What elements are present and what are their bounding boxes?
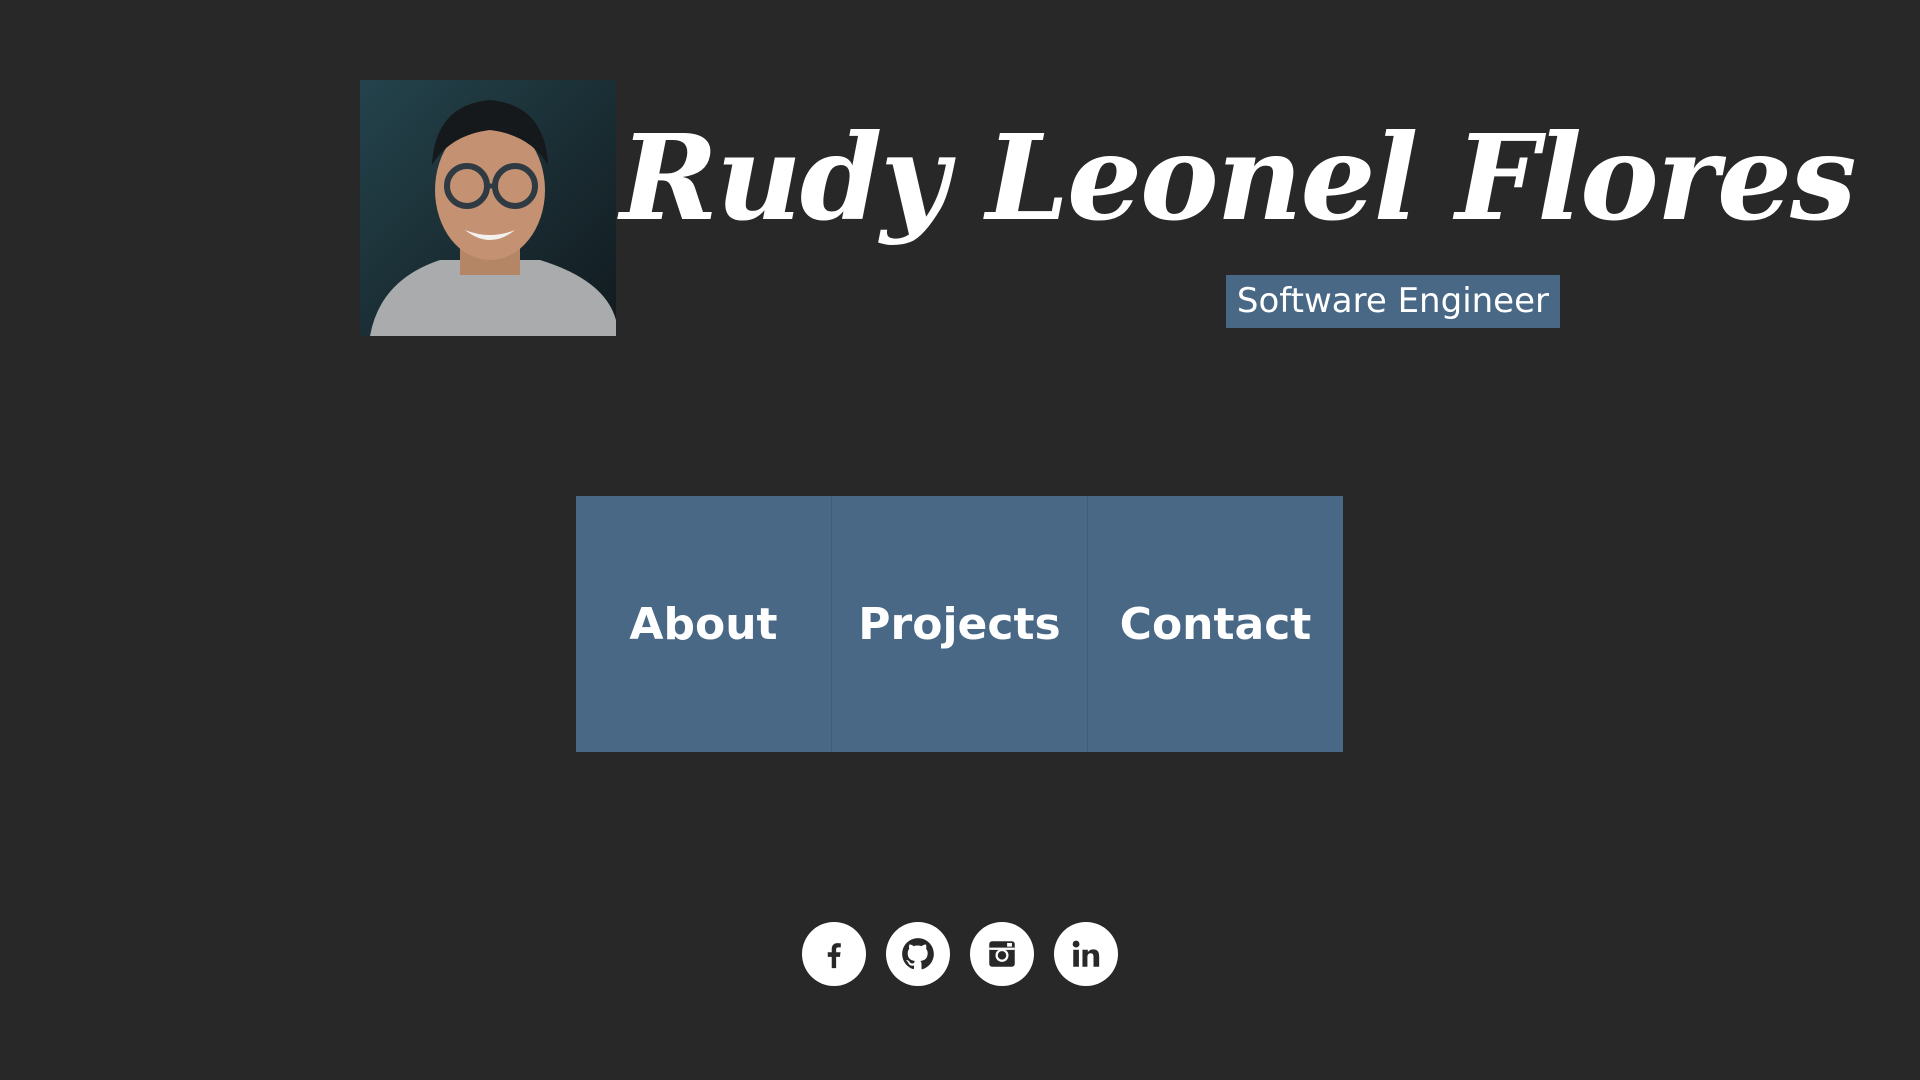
avatar (360, 80, 616, 336)
facebook-icon (827, 943, 841, 969)
instagram-icon (989, 941, 1015, 967)
header: Rudy Leonel Flores Software Engineer (360, 80, 1857, 340)
facebook-link[interactable] (802, 922, 866, 986)
linkedin-link[interactable] (1054, 922, 1118, 986)
nav-tile-about[interactable]: About (576, 496, 831, 752)
github-link[interactable] (886, 922, 950, 986)
social-links (802, 922, 1118, 986)
linkedin-icon (1072, 940, 1100, 967)
nav-tile-projects[interactable]: Projects (832, 496, 1087, 752)
avatar-photo (360, 80, 616, 336)
main-nav: About Projects Contact (576, 496, 1343, 752)
instagram-link[interactable] (970, 922, 1034, 986)
page-title: Rudy Leonel Flores (620, 108, 1857, 247)
nav-tile-contact[interactable]: Contact (1088, 496, 1343, 752)
page: Rudy Leonel Flores Software Engineer Abo… (0, 0, 1920, 1080)
github-icon (902, 938, 934, 970)
role-badge: Software Engineer (1225, 275, 1560, 328)
